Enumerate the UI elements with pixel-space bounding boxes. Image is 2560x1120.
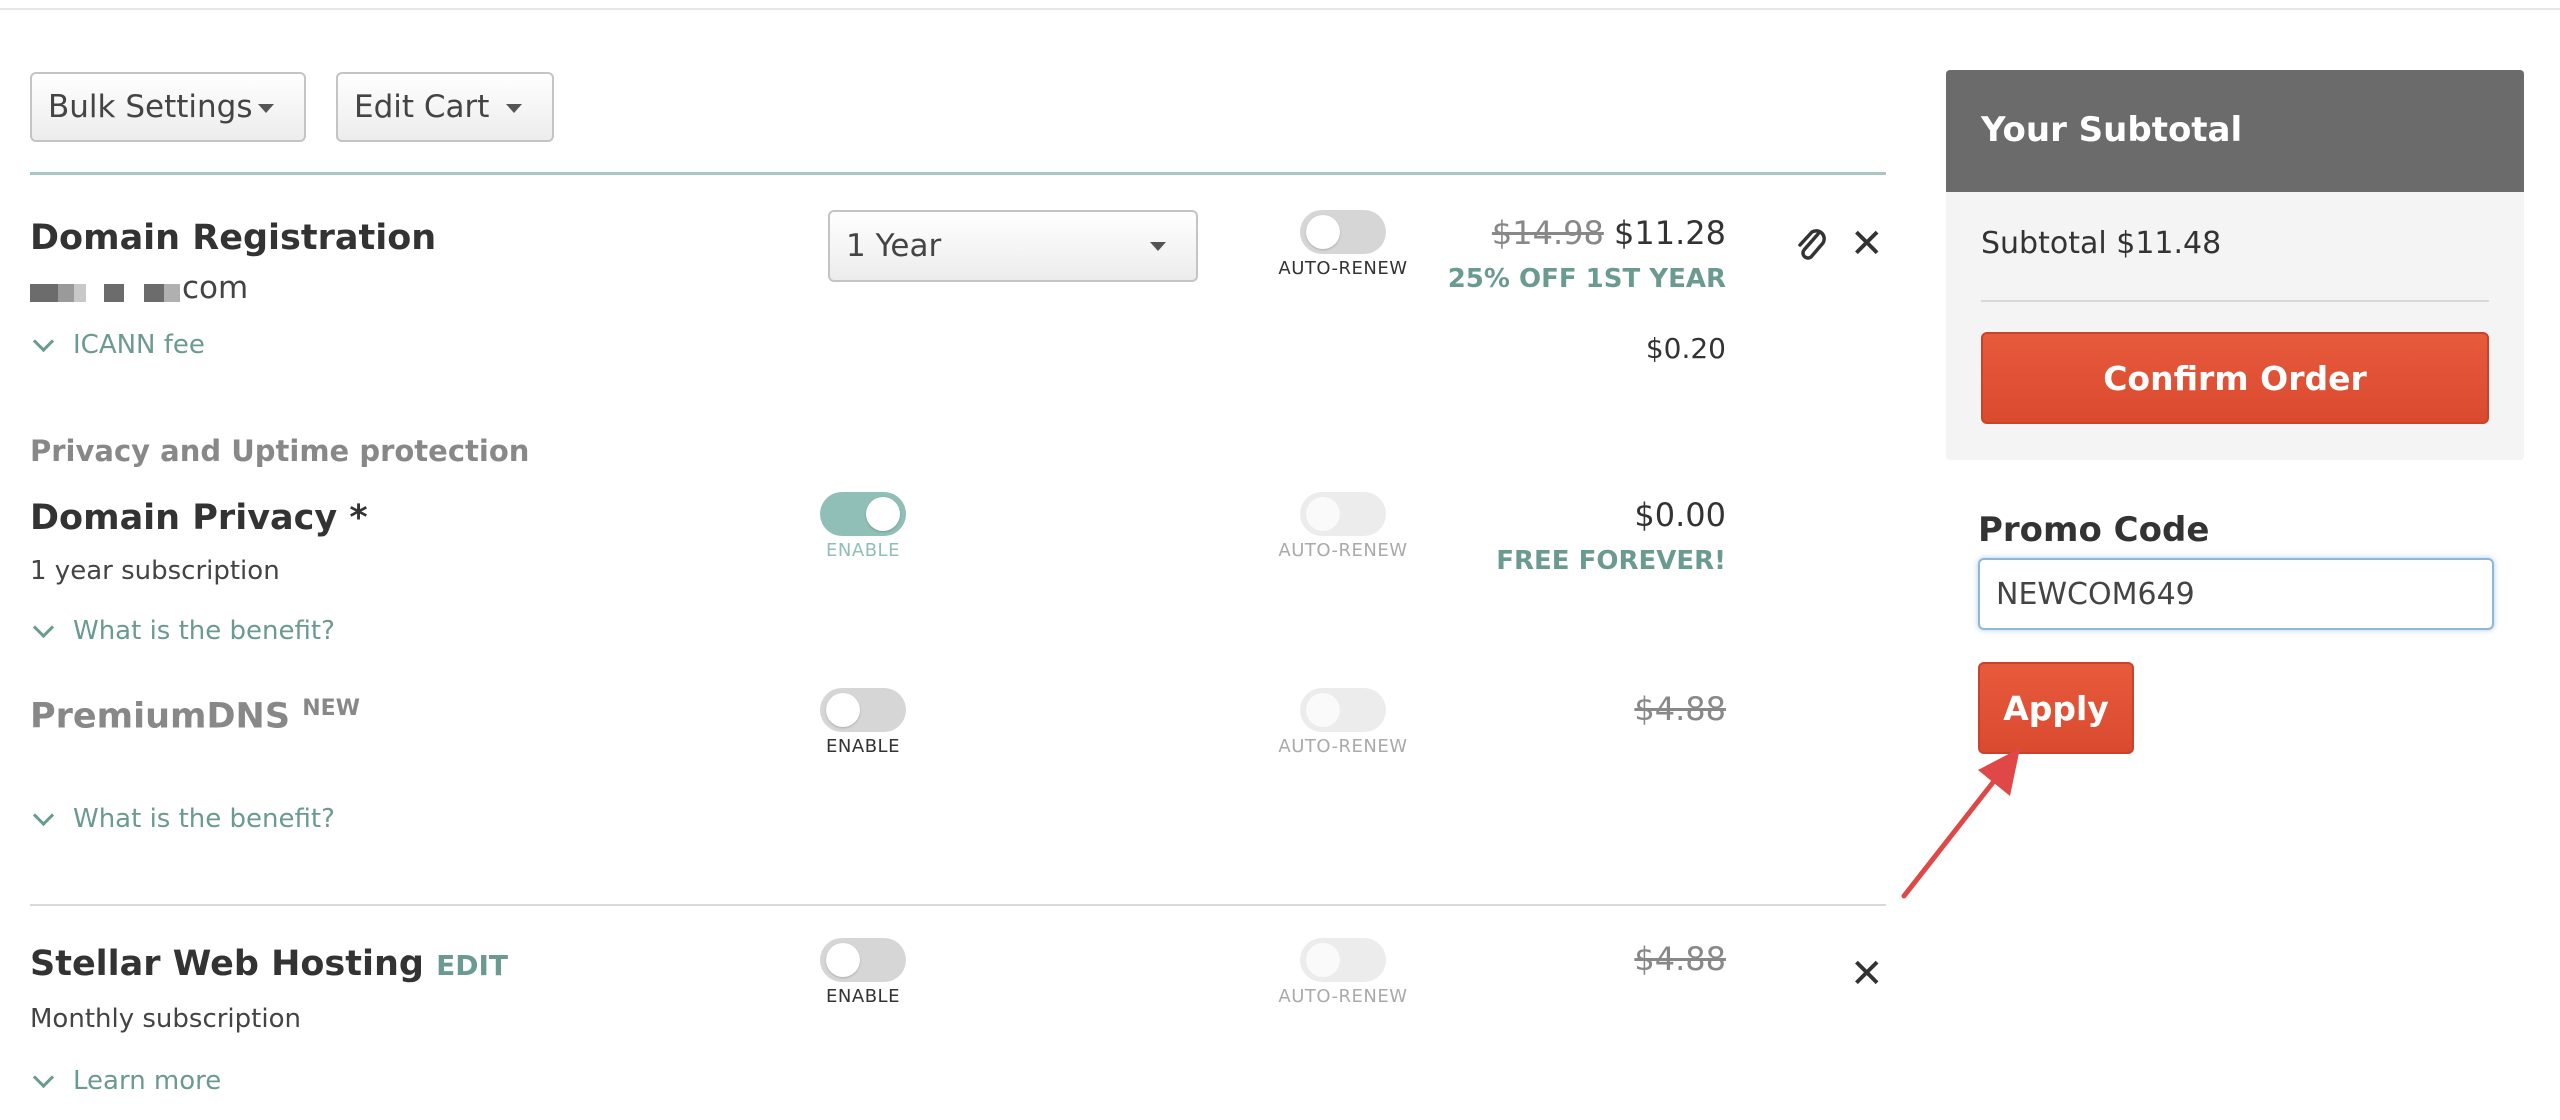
web-hosting-edit-link[interactable]: EDIT	[436, 949, 508, 982]
redacted-block	[104, 284, 124, 302]
toggle-knob	[1306, 497, 1340, 531]
domain-old-price: $14.98	[1491, 214, 1604, 252]
learn-more-label: Learn more	[73, 1066, 222, 1096]
icann-fee-toggle[interactable]: ICANN fee	[30, 330, 205, 360]
icann-fee-label: ICANN fee	[73, 330, 205, 360]
remove-hosting-close-icon[interactable]: ✕	[1850, 954, 1884, 994]
promo-code-input[interactable]	[1978, 558, 2494, 630]
redacted-block	[30, 284, 58, 302]
domain-privacy-auto-renew-label: AUTO-RENEW	[1278, 540, 1408, 561]
hosting-divider	[30, 904, 1886, 906]
edit-cart-dropdown[interactable]: Edit Cart	[336, 72, 554, 142]
subtotal-divider	[1981, 300, 2489, 302]
caret-down-icon	[506, 104, 522, 113]
web-hosting-learn-more-link[interactable]: Learn more	[30, 1066, 221, 1096]
web-hosting-auto-renew-toggle[interactable]	[1300, 938, 1386, 982]
premium-dns-name: PremiumDNS	[30, 696, 291, 737]
web-hosting-auto-renew-label: AUTO-RENEW	[1278, 986, 1408, 1007]
premium-dns-enable-label: ENABLE	[826, 736, 900, 757]
domain-privacy-enable-toggle[interactable]	[820, 492, 906, 536]
redacted-block	[164, 284, 180, 302]
term-select-value: 1 Year	[846, 228, 942, 264]
icann-fee-price: $0.20	[1645, 332, 1726, 365]
chevron-down-icon	[32, 616, 55, 638]
privacy-section-heading: Privacy and Uptime protection	[30, 434, 530, 468]
toggle-knob	[1306, 693, 1340, 727]
web-hosting-title: Stellar Web Hosting EDIT	[30, 944, 508, 984]
web-hosting-enable-label: ENABLE	[826, 986, 900, 1007]
domain-discount-badge: 25% OFF 1ST YEAR	[1447, 264, 1726, 294]
premium-dns-auto-renew-toggle[interactable]	[1300, 688, 1386, 732]
benefit-link-label: What is the benefit?	[73, 616, 335, 646]
bulk-settings-label: Bulk Settings	[48, 89, 253, 125]
web-hosting-enable-toggle[interactable]	[820, 938, 906, 982]
domain-privacy-title: Domain Privacy *	[30, 498, 368, 538]
toggle-knob	[866, 497, 900, 531]
new-badge: NEW	[302, 696, 360, 721]
web-hosting-subtitle: Monthly subscription	[30, 1004, 301, 1034]
top-divider	[0, 8, 2560, 10]
redacted-block	[58, 284, 74, 302]
chevron-down-icon	[32, 804, 55, 826]
remove-domain-close-icon[interactable]: ✕	[1850, 224, 1884, 264]
domain-current-price: $11.28	[1614, 214, 1726, 252]
confirm-order-button[interactable]: Confirm Order	[1981, 332, 2489, 424]
toggle-knob	[1306, 943, 1340, 977]
term-select[interactable]: 1 Year	[828, 210, 1198, 282]
domain-privacy-subtitle: 1 year subscription	[30, 556, 280, 586]
caret-down-icon	[1150, 242, 1166, 251]
chevron-down-icon	[32, 330, 55, 352]
edit-cart-label: Edit Cart	[354, 89, 490, 125]
domain-privacy-promo: FREE FOREVER!	[1496, 546, 1726, 576]
caret-down-icon	[258, 104, 274, 113]
domain-price: $14.98 $11.28	[1490, 214, 1726, 252]
domain-privacy-benefit-link[interactable]: What is the benefit?	[30, 616, 335, 646]
domain-auto-renew-label: AUTO-RENEW	[1278, 258, 1408, 279]
web-hosting-price: $4.88	[1634, 940, 1726, 978]
toggle-knob	[826, 943, 860, 977]
subtotal-value: Subtotal $11.48	[1981, 226, 2222, 261]
redacted-block	[74, 284, 86, 302]
benefit-link-label: What is the benefit?	[73, 804, 335, 834]
subtotal-panel-title: Your Subtotal	[1981, 110, 2243, 150]
domain-privacy-price: $0.00	[1634, 496, 1726, 534]
domain-privacy-auto-renew-toggle[interactable]	[1300, 492, 1386, 536]
paperclip-icon-svg	[1798, 229, 1826, 260]
premium-dns-enable-toggle[interactable]	[820, 688, 906, 732]
red-arrow-annotation	[1901, 748, 2020, 899]
premium-dns-price: $4.88	[1634, 690, 1726, 728]
paperclip-icon[interactable]	[1792, 224, 1828, 264]
web-hosting-name: Stellar Web Hosting	[30, 944, 424, 984]
bulk-settings-dropdown[interactable]: Bulk Settings	[30, 72, 306, 142]
premium-dns-benefit-link[interactable]: What is the benefit?	[30, 804, 335, 834]
toggle-knob	[1306, 215, 1340, 249]
domain-auto-renew-toggle[interactable]	[1300, 210, 1386, 254]
chevron-down-icon	[32, 1066, 55, 1088]
promo-code-label: Promo Code	[1978, 510, 2210, 550]
toggle-knob	[826, 693, 860, 727]
redacted-block	[144, 284, 164, 302]
domain-suffix: com	[182, 270, 249, 306]
domain-registration-title: Domain Registration	[30, 218, 437, 258]
cart-top-divider	[30, 172, 1886, 175]
domain-privacy-enable-label: ENABLE	[826, 540, 900, 561]
premium-dns-auto-renew-label: AUTO-RENEW	[1278, 736, 1408, 757]
premium-dns-title: PremiumDNS NEW	[30, 696, 360, 737]
